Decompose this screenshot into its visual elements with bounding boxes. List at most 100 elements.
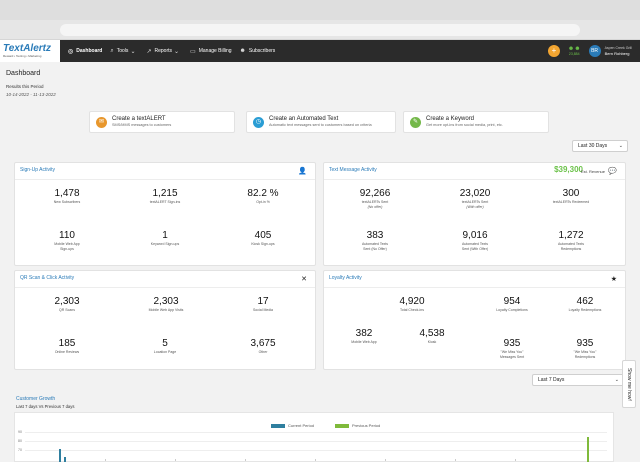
stat-value: 935: [576, 338, 594, 349]
chart-bar-current: [105, 459, 106, 461]
stat-value: 4,538: [419, 328, 445, 339]
stat-value: 2,303: [153, 296, 179, 307]
stat-new-subscribers: 1,478 New Subscribers: [37, 188, 97, 205]
stat-online-reviews: 185 Online Reviews: [37, 338, 97, 355]
create-textalert-button[interactable]: ✉ Create a textALERT SMS/MMS messages to …: [89, 111, 235, 133]
nav-billing-label: Manage Billing: [198, 48, 232, 54]
address-bar[interactable]: [60, 24, 580, 36]
nav-reports[interactable]: ↗ Reports ⌄: [146, 40, 182, 62]
nav-tools[interactable]: ⌕ Tools ⌄: [110, 40, 138, 62]
account-menu[interactable]: Aspen Creek Grill Bern Rohberg: [605, 46, 632, 56]
stat-label: Loyalty Redemptions: [568, 308, 602, 312]
stat-value: 82.2 %: [247, 188, 279, 199]
growth-period-value: Last 7 Days: [538, 377, 565, 383]
legend-swatch-current: [271, 423, 285, 428]
gridline: [25, 432, 607, 433]
gridline: [25, 441, 607, 442]
stat-label2: Messages Sent: [499, 355, 525, 359]
stat-kiosk: 405 Kiosk Sign-ups: [233, 230, 293, 247]
stat-label: QR Scans: [59, 308, 75, 312]
browser-chrome: [0, 0, 640, 40]
stat-label: Location Page: [153, 350, 177, 354]
stat-textalerts-with-offer: 23,020 textALERTs Sent (With offer): [442, 188, 508, 210]
plus-button[interactable]: +: [547, 45, 560, 57]
stat-value: 17: [257, 296, 269, 307]
qa-title: Create a textALERT: [112, 116, 166, 122]
subscriber-count[interactable]: ☻☻ 23,884: [568, 46, 581, 57]
stat-value: 382: [355, 328, 373, 339]
stat-label2: Redemptions: [574, 355, 596, 359]
stat-value: 1,478: [54, 188, 80, 199]
stat-value: 1,272: [558, 230, 584, 241]
stat-optin: 82.2 % Opt-in %: [233, 188, 293, 205]
show-me-how-button[interactable]: Show me how!: [622, 360, 636, 408]
stat-value: 2,303: [54, 296, 80, 307]
stat-qr-scans: 2,303 QR Scans: [37, 296, 97, 313]
account-name: Bern Rohberg: [604, 51, 630, 56]
stat-signins: 1,215 textALERT Sign-ins: [135, 188, 195, 205]
nav-subscribers[interactable]: ☻ Subscribers: [240, 40, 276, 62]
logo[interactable]: TextAlertz Reward • Texting • Marketing: [0, 40, 60, 62]
logo-tagline: Reward • Texting • Marketing: [3, 54, 42, 58]
chart-bar-current: [175, 459, 176, 461]
stat-value: 185: [58, 338, 76, 349]
stat-value: 92,266: [359, 188, 391, 199]
stat-label: Online Reviews: [54, 350, 80, 354]
estimated-revenue-label: Est. Revenue: [580, 169, 605, 174]
stat-we-miss-you-sent: 935 "We Miss You" Messages Sent: [480, 338, 544, 360]
stat-label: Mobile Web App: [351, 340, 377, 344]
nav-tools-label: Tools: [116, 48, 129, 54]
legend-label-previous: Previous Period: [352, 423, 381, 428]
stat-label2: Redemptions: [560, 247, 582, 251]
stat-label: Kiosk: [427, 340, 437, 344]
page-title: Dashboard: [6, 70, 41, 77]
growth-period-select[interactable]: Last 7 Days ⌄: [532, 374, 624, 386]
legend-label-current: Current Period: [288, 423, 315, 428]
chevron-down-icon: ⌄: [618, 143, 623, 149]
period-select[interactable]: Last 30 Days ⌄: [572, 140, 628, 152]
chevron-down-icon: ⌄: [614, 377, 619, 383]
star-icon[interactable]: ★: [611, 275, 617, 283]
chat-icon[interactable]: 💬: [608, 167, 617, 175]
period-select-value: Last 30 Days: [578, 143, 608, 149]
stat-label: Mobile Web App Visits: [148, 308, 184, 312]
stat-automated-no-offer: 383 Automated Texts Sent (No Offer): [342, 230, 408, 252]
pencil-icon: ✎: [410, 116, 421, 128]
stat-label2: Sent (With Offer): [461, 247, 489, 251]
stat-label2: (No offer): [367, 205, 383, 209]
add-user-icon[interactable]: 👤: [298, 167, 307, 175]
stat-value: 405: [254, 230, 272, 241]
nav-reports-label: Reports: [154, 48, 173, 54]
chart-icon: ↗: [146, 48, 152, 55]
create-keyword-button[interactable]: ✎ Create a Keyword Get more opt-ins from …: [403, 111, 549, 133]
nav-dashboard-label: Dashboard: [76, 48, 103, 54]
panel-body: 92,266 textALERTs Sent (No offer) 23,020 te…: [324, 179, 625, 265]
stat-label: New Subscribers: [53, 200, 81, 204]
stat-label: Other: [258, 350, 268, 354]
results-label: Results this Period: [6, 84, 44, 89]
subscribers-icon: ☻: [239, 48, 246, 54]
stat-textalerts-redeemed: 300 textALERTs Redeemed: [536, 188, 606, 205]
nav-billing[interactable]: ▭ Manage Billing: [190, 40, 231, 62]
chart-bar-current: [385, 459, 386, 461]
stat-total-checkins: 4,920 Total Check-ins: [382, 296, 442, 313]
dashboard-icon: ◎: [68, 48, 74, 55]
stat-value: 3,675: [250, 338, 276, 349]
browser-tab-strip: [0, 0, 640, 20]
nav-dashboard[interactable]: ◎ Dashboard: [68, 40, 102, 62]
logo-text: TextAlertz: [3, 43, 51, 54]
close-icon[interactable]: ✕: [301, 275, 307, 283]
stat-social-media: 17 Social Media: [233, 296, 293, 313]
loyalty-activity-panel: Loyalty Activity ★ 4,920 Total Check-ins …: [323, 270, 626, 370]
avatar[interactable]: BR: [588, 45, 601, 57]
stat-label: textALERTs Redeemed: [552, 200, 590, 204]
stat-kiosk-checkins: 4,538 Kiosk: [404, 328, 460, 345]
customer-growth-subtitle: Last 7 days Vs Previous 7 days: [16, 404, 75, 409]
stat-automated-redemptions: 1,272 Automated Texts Redemptions: [536, 230, 606, 252]
stat-value: 383: [366, 230, 384, 241]
y-tick-label: 80: [18, 439, 22, 443]
create-automated-text-button[interactable]: ◷ Create an Automated Text Automatic text…: [246, 111, 396, 133]
stat-label2: Sent (No Offer): [363, 247, 387, 251]
stat-location-page: 5 Location Page: [135, 338, 195, 355]
qa-desc: Get more opt-ins from social media, prin…: [426, 123, 503, 127]
